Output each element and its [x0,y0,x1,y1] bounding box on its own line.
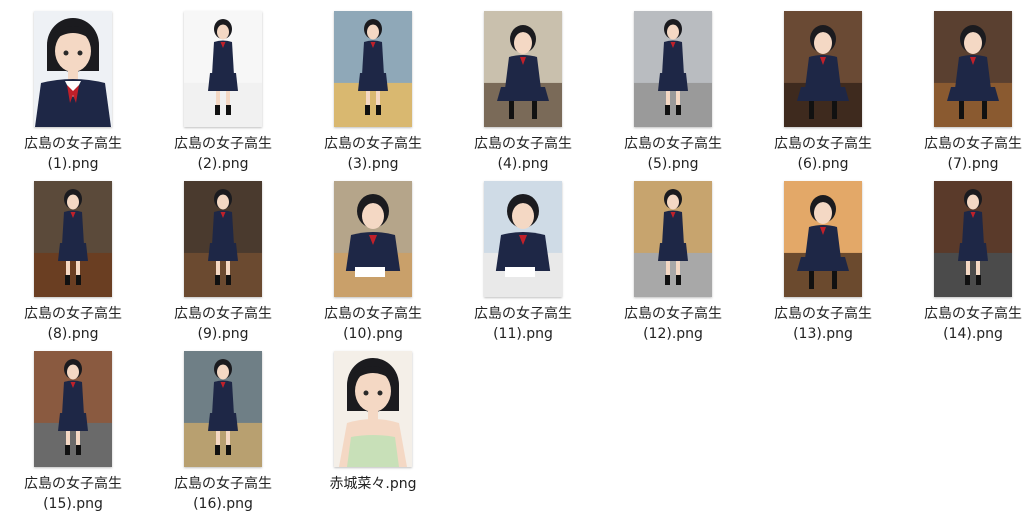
file-name-line-2: (15).png [43,496,103,512]
file-name-label: 広島の女子高生 (2).png [153,134,293,174]
file-name-line-1: 広島の女子高生 [474,136,572,152]
schoolgirl-cafe-counter-thumbnail [34,181,112,297]
schoolgirl-portrait-thumbnail [34,11,112,127]
file-item[interactable]: 広島の女子高生 (8).png [3,181,143,346]
file-item[interactable]: 広島の女子高生 (9).png [153,181,293,346]
file-name-line-2: (13).png [793,326,853,342]
file-name-label: 広島の女子高生 (11).png [453,304,593,344]
girl-sundress-portrait-thumbnail [334,351,412,467]
file-name-line-1: 広島の女子高生 [774,306,872,322]
file-name-line-2: (9).png [197,326,249,342]
file-name-line-1: 赤城菜々.png [329,476,417,492]
file-name-line-1: 広島の女子高生 [624,306,722,322]
schoolgirl-restaurant-thumbnail [784,11,862,127]
file-name-line-2: (1).png [47,156,99,172]
schoolgirl-tram-stop-thumbnail [184,351,262,467]
schoolgirl-full-body-thumbnail [184,11,262,127]
file-name-line-1: 広島の女子高生 [924,306,1022,322]
file-name-line-1: 広島の女子高生 [174,306,272,322]
schoolgirl-okonomiyaki-thumbnail [934,11,1012,127]
file-name-line-1: 広島の女子高生 [24,306,122,322]
schoolgirl-arcade-thumbnail [634,11,712,127]
schoolgirl-street-stall-thumbnail [934,181,1012,297]
schoolgirl-storefront-thumbnail [634,181,712,297]
file-name-line-2: (4).png [497,156,549,172]
file-name-line-1: 広島の女子高生 [624,136,722,152]
schoolgirl-library-thumbnail [334,181,412,297]
file-grid: 広島の女子高生 (1).png 広島の女子高生 (2).png 広島の女子高生 (3).p… [0,0,1024,520]
file-item[interactable]: 広島の女子高生 (15).png [3,351,143,516]
file-item[interactable]: 広島の女子高生 (6).png [753,11,893,176]
file-name-line-2: (12).png [643,326,703,342]
file-name-line-1: 広島の女子高生 [324,306,422,322]
file-name-line-2: (2).png [197,156,249,172]
file-item[interactable]: 赤城菜々.png [303,351,443,516]
file-name-label: 広島の女子高生 (10).png [303,304,443,344]
file-item[interactable]: 広島の女子高生 (12).png [603,181,743,346]
file-name-line-2: (8).png [47,326,99,342]
schoolgirl-classroom-thumbnail [484,11,562,127]
file-name-line-1: 広島の女子高生 [24,476,122,492]
file-item[interactable]: 広島の女子高生 (14).png [903,181,1024,346]
file-name-label: 広島の女子高生 (3).png [303,134,443,174]
file-name-label: 広島の女子高生 (15).png [3,474,143,514]
file-name-line-1: 広島の女子高生 [324,136,422,152]
file-name-label: 広島の女子高生 (6).png [753,134,893,174]
file-item[interactable]: 広島の女子高生 (7).png [903,11,1024,176]
file-name-label: 広島の女子高生 (5).png [603,134,743,174]
file-item[interactable]: 広島の女子高生 (1).png [3,11,143,176]
file-item[interactable]: 広島の女子高生 (11).png [453,181,593,346]
file-name-line-1: 広島の女子高生 [24,136,122,152]
file-name-line-2: (10).png [343,326,403,342]
file-name-line-2: (5).png [647,156,699,172]
file-item[interactable]: 広島の女子高生 (13).png [753,181,893,346]
file-name-label: 広島の女子高生 (8).png [3,304,143,344]
file-name-label: 広島の女子高生 (14).png [903,304,1024,344]
schoolgirl-station-thumbnail [334,11,412,127]
file-name-line-2: (6).png [797,156,849,172]
file-name-label: 広島の女子高生 (7).png [903,134,1024,174]
file-name-label: 広島の女子高生 (9).png [153,304,293,344]
schoolgirl-shop-street-thumbnail [34,351,112,467]
file-item[interactable]: 広島の女子高生 (2).png [153,11,293,176]
file-item[interactable]: 広島の女子高生 (4).png [453,11,593,176]
file-name-line-2: (16).png [193,496,253,512]
file-item[interactable]: 広島の女子高生 (16).png [153,351,293,516]
file-name-line-1: 広島の女子高生 [774,136,872,152]
file-name-label: 広島の女子高生 (1).png [3,134,143,174]
file-item[interactable]: 広島の女子高生 (5).png [603,11,743,176]
file-name-line-2: (3).png [347,156,399,172]
schoolgirl-desk-thumbnail [484,181,562,297]
file-item[interactable]: 広島の女子高生 (10).png [303,181,443,346]
file-item[interactable]: 広島の女子高生 (3).png [303,11,443,176]
file-name-line-2: (14).png [943,326,1003,342]
file-name-line-1: 広島の女子高生 [174,476,272,492]
file-name-line-2: (11).png [493,326,553,342]
file-name-line-2: (7).png [947,156,999,172]
schoolgirl-sunset-bench-thumbnail [784,181,862,297]
file-name-label: 広島の女子高生 (12).png [603,304,743,344]
schoolgirl-shop-thumbnail [184,181,262,297]
file-name-label: 赤城菜々.png [303,474,443,494]
file-name-label: 広島の女子高生 (4).png [453,134,593,174]
file-name-line-1: 広島の女子高生 [474,306,572,322]
file-name-label: 広島の女子高生 (13).png [753,304,893,344]
file-name-line-1: 広島の女子高生 [924,136,1022,152]
file-name-line-1: 広島の女子高生 [174,136,272,152]
file-name-label: 広島の女子高生 (16).png [153,474,293,514]
